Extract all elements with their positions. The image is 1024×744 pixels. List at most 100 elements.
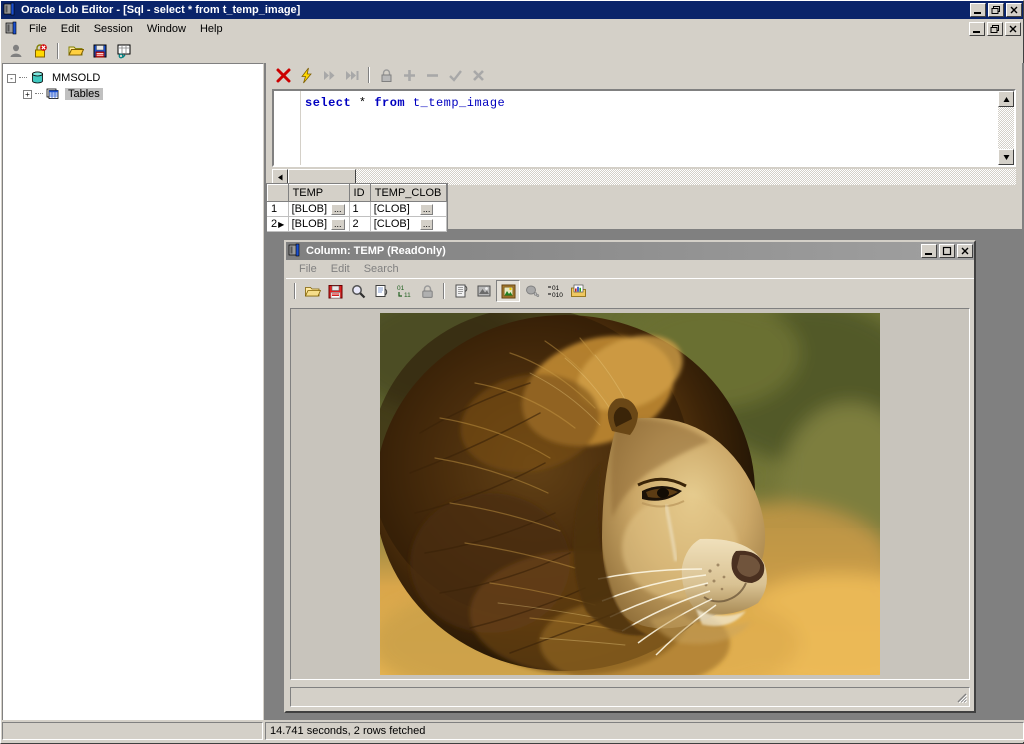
close-button[interactable] [1006, 3, 1022, 17]
status-message: 14.741 seconds, 2 rows fetched [265, 722, 1024, 740]
menu-window[interactable]: Window [140, 21, 193, 37]
cell-temp-1-ellipsis[interactable]: ... [331, 203, 345, 215]
child-window-controls [921, 244, 973, 258]
save-floppy-icon[interactable] [324, 281, 346, 301]
menu-file[interactable]: File [22, 21, 54, 37]
grid-column-temp[interactable]: TEMP [287, 184, 350, 202]
table-row[interactable]: 1 [BLOB]... 1 [CLOB]... [267, 201, 448, 217]
child-menu-edit[interactable]: Edit [324, 262, 357, 276]
app-icon [3, 2, 17, 19]
mdi-window-controls [969, 22, 1021, 36]
delete-minus-icon [421, 65, 443, 85]
binary-view-icon[interactable]: 01 010 [544, 281, 566, 301]
cell-temp-1-value: [BLOB] [291, 203, 328, 215]
minimize-button[interactable] [970, 3, 986, 17]
execute-lightning-icon[interactable] [295, 65, 317, 85]
sql-token-table: t_temp_image [412, 96, 506, 110]
cell-id-1[interactable]: 1 [349, 201, 371, 217]
find-magnifier-icon[interactable] [347, 281, 369, 301]
cell-clob-1[interactable]: [CLOB]... [370, 201, 448, 217]
tables-icon [45, 87, 61, 101]
rollback-x-icon [467, 65, 489, 85]
child-window-icon [288, 243, 302, 260]
object-tree-panel[interactable]: - MMSOLD + Tables [2, 63, 264, 721]
application-window: Oracle Lob Editor - [Sql - select * from… [0, 0, 1024, 744]
mdi-close-button[interactable] [1005, 22, 1021, 36]
tree-label-root[interactable]: MMSOLD [49, 72, 103, 84]
copy-page-icon[interactable] [370, 281, 392, 301]
mdi-minimize-button[interactable] [969, 22, 985, 36]
resize-grip[interactable] [955, 691, 968, 704]
result-grid[interactable]: TEMP ID TEMP_CLOB 1 [BLOB]... 1 [CLOB]..… [266, 183, 448, 233]
row-header-2[interactable]: 2▶ [267, 216, 289, 232]
grid-column-id[interactable]: ID [348, 184, 371, 202]
user-icon[interactable] [5, 41, 27, 61]
sql-token-from: from [374, 96, 406, 110]
convert-binary-icon[interactable]: 01 11 [393, 281, 415, 301]
result-grid-wrapper: TEMP ID TEMP_CLOB 1 [BLOB]... 1 [CLOB]..… [266, 183, 1022, 237]
restore-button[interactable] [988, 3, 1004, 17]
report-view-icon[interactable] [567, 281, 589, 301]
scroll-down-button[interactable] [998, 149, 1014, 165]
row-header-2-number: 2 [271, 218, 278, 230]
window-controls [970, 3, 1022, 17]
row-header-1[interactable]: 1 [267, 201, 289, 217]
fetch-next-icon [318, 65, 340, 85]
cell-clob-2[interactable]: [CLOB]... [370, 216, 448, 232]
lion-photo [380, 313, 880, 675]
image-view-icon[interactable] [496, 280, 520, 302]
menu-edit[interactable]: Edit [54, 21, 87, 37]
child-menu-file[interactable]: File [292, 262, 324, 276]
print-icon[interactable] [450, 281, 472, 301]
open-folder-icon[interactable] [301, 281, 323, 301]
child-menu-search[interactable]: Search [357, 262, 406, 276]
cell-clob-2-ellipsis[interactable]: ... [419, 218, 434, 230]
object-view-icon [521, 281, 543, 301]
sql-vertical-scrollbar[interactable] [998, 91, 1014, 165]
mdi-restore-button[interactable] [987, 22, 1003, 36]
menu-session[interactable]: Session [87, 21, 140, 37]
status-left-pane [2, 722, 263, 740]
tree-expander-root[interactable]: - [7, 73, 16, 83]
tree-node-tables[interactable]: + Tables [23, 86, 259, 102]
insert-plus-icon [398, 65, 420, 85]
child-toolbar: 01 11 01 010 [286, 278, 974, 303]
tree-label-tables[interactable]: Tables [65, 88, 103, 100]
cell-id-2[interactable]: 2 [349, 216, 371, 232]
table-row[interactable]: 2▶ [BLOB]... 2 [CLOB]... [267, 216, 448, 232]
tree-expander-tables[interactable]: + [23, 89, 32, 99]
status-bar: 14.741 seconds, 2 rows fetched [2, 720, 1024, 742]
cell-clob-1-ellipsis[interactable]: ... [419, 203, 434, 215]
current-row-marker: ▶ [278, 220, 285, 229]
sql-token-select: select [305, 96, 352, 110]
child-close-button[interactable] [957, 244, 973, 258]
paint-edit-icon[interactable] [473, 281, 495, 301]
cell-temp-2-ellipsis[interactable]: ... [331, 218, 345, 230]
image-display-area[interactable] [290, 308, 970, 680]
fetch-all-icon [341, 65, 363, 85]
grid-corner-cell [267, 184, 289, 202]
svg-text:01: 01 [397, 285, 405, 292]
sql-editor[interactable]: select * from t_temp_image [272, 89, 1016, 167]
sql-grid-icon[interactable] [113, 41, 135, 61]
disconnect-lock-icon[interactable] [29, 41, 51, 61]
open-folder-icon[interactable] [65, 41, 87, 61]
window-title: Oracle Lob Editor - [Sql - select * from… [21, 4, 301, 16]
title-bar: Oracle Lob Editor - [Sql - select * from… [1, 1, 1023, 19]
child-minimize-button[interactable] [921, 244, 937, 258]
scroll-up-button[interactable] [998, 91, 1014, 107]
tree-node-root[interactable]: - MMSOLD [7, 70, 259, 86]
cancel-icon[interactable] [272, 65, 294, 85]
menu-help[interactable]: Help [193, 21, 230, 37]
sql-toolbar [266, 63, 1022, 87]
sql-query-text[interactable]: select * from t_temp_image [301, 91, 998, 165]
cell-temp-1[interactable]: [BLOB]... [288, 201, 350, 217]
svg-text:11: 11 [404, 292, 411, 299]
sql-editor-gutter [274, 91, 301, 165]
scroll-track-vertical[interactable] [998, 107, 1014, 149]
child-maximize-button[interactable] [939, 244, 955, 258]
grid-column-temp-clob[interactable]: TEMP_CLOB [369, 184, 448, 202]
save-floppy-icon[interactable] [89, 41, 111, 61]
cell-temp-2[interactable]: [BLOB]... [288, 216, 350, 232]
lock-icon [375, 65, 397, 85]
